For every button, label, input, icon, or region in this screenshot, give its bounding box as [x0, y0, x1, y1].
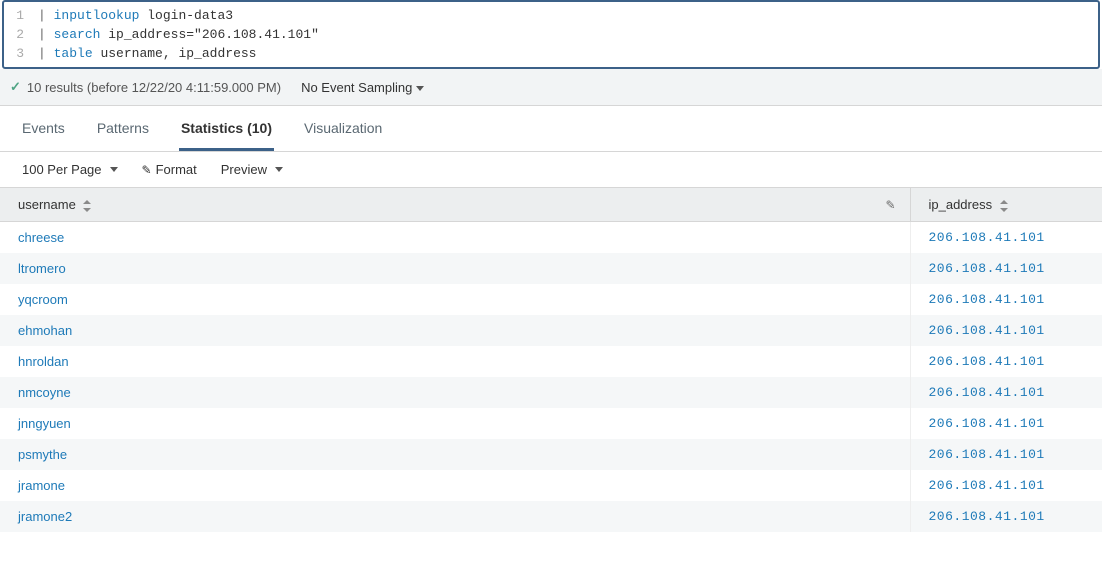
format-dropdown[interactable]: ✎ Format: [142, 162, 197, 177]
column-header-username[interactable]: username ✎: [0, 188, 910, 222]
line-number: 2: [4, 25, 32, 44]
ip-cell[interactable]: 206.108.41.101: [910, 377, 1102, 408]
results-table: username ✎ ip_address chreese 206.108.41…: [0, 187, 1102, 532]
username-cell[interactable]: nmcoyne: [0, 377, 910, 408]
table-row: nmcoyne 206.108.41.101: [0, 377, 1102, 408]
tab-statistics[interactable]: Statistics (10): [179, 106, 274, 151]
table-row: chreese 206.108.41.101: [0, 222, 1102, 254]
edit-column-icon[interactable]: ✎: [885, 198, 895, 212]
ip-cell[interactable]: 206.108.41.101: [910, 253, 1102, 284]
username-cell[interactable]: ehmohan: [0, 315, 910, 346]
column-header-ip-address[interactable]: ip_address: [910, 188, 1102, 222]
username-cell[interactable]: jramone: [0, 470, 910, 501]
results-count-text: 10 results (before 12/22/20 4:11:59.000 …: [27, 80, 281, 95]
table-row: ltromero 206.108.41.101: [0, 253, 1102, 284]
success-check-icon: ✓: [10, 79, 21, 95]
ip-cell[interactable]: 206.108.41.101: [910, 346, 1102, 377]
code-line-3[interactable]: | table username, ip_address: [32, 44, 1098, 67]
ip-cell[interactable]: 206.108.41.101: [910, 470, 1102, 501]
ip-cell[interactable]: 206.108.41.101: [910, 501, 1102, 532]
ip-cell[interactable]: 206.108.41.101: [910, 315, 1102, 346]
caret-down-icon: [416, 86, 424, 91]
line-number: 1: [4, 2, 32, 25]
result-tabs: Events Patterns Statistics (10) Visualiz…: [0, 106, 1102, 152]
tab-visualization[interactable]: Visualization: [302, 106, 384, 151]
ip-cell[interactable]: 206.108.41.101: [910, 222, 1102, 254]
preview-dropdown[interactable]: Preview: [221, 162, 283, 177]
line-number: 3: [4, 44, 32, 67]
ip-cell[interactable]: 206.108.41.101: [910, 408, 1102, 439]
table-toolbar: 100 Per Page ✎ Format Preview: [0, 152, 1102, 187]
search-editor[interactable]: 1 | inputlookup login-data3 2 | search i…: [2, 0, 1100, 69]
code-line-1[interactable]: | inputlookup login-data3: [32, 2, 1098, 25]
username-cell[interactable]: psmythe: [0, 439, 910, 470]
ip-cell[interactable]: 206.108.41.101: [910, 439, 1102, 470]
username-cell[interactable]: hnroldan: [0, 346, 910, 377]
table-row: jramone 206.108.41.101: [0, 470, 1102, 501]
job-status-bar: ✓ 10 results (before 12/22/20 4:11:59.00…: [0, 69, 1102, 106]
table-row: psmythe 206.108.41.101: [0, 439, 1102, 470]
table-row: jramone2 206.108.41.101: [0, 501, 1102, 532]
format-icon: ✎: [142, 163, 152, 177]
code-line-2[interactable]: | search ip_address="206.108.41.101": [32, 25, 1098, 44]
sort-icon: [83, 200, 91, 212]
tab-patterns[interactable]: Patterns: [95, 106, 151, 151]
username-cell[interactable]: yqcroom: [0, 284, 910, 315]
username-cell[interactable]: ltromero: [0, 253, 910, 284]
per-page-dropdown[interactable]: 100 Per Page: [22, 162, 118, 177]
table-row: hnroldan 206.108.41.101: [0, 346, 1102, 377]
table-row: jnngyuen 206.108.41.101: [0, 408, 1102, 439]
username-cell[interactable]: chreese: [0, 222, 910, 254]
username-cell[interactable]: jnngyuen: [0, 408, 910, 439]
table-row: yqcroom 206.108.41.101: [0, 284, 1102, 315]
ip-cell[interactable]: 206.108.41.101: [910, 284, 1102, 315]
event-sampling-dropdown[interactable]: No Event Sampling: [301, 80, 424, 95]
sort-icon: [1000, 200, 1008, 212]
tab-events[interactable]: Events: [20, 106, 67, 151]
table-row: ehmohan 206.108.41.101: [0, 315, 1102, 346]
caret-down-icon: [110, 167, 118, 172]
caret-down-icon: [275, 167, 283, 172]
username-cell[interactable]: jramone2: [0, 501, 910, 532]
